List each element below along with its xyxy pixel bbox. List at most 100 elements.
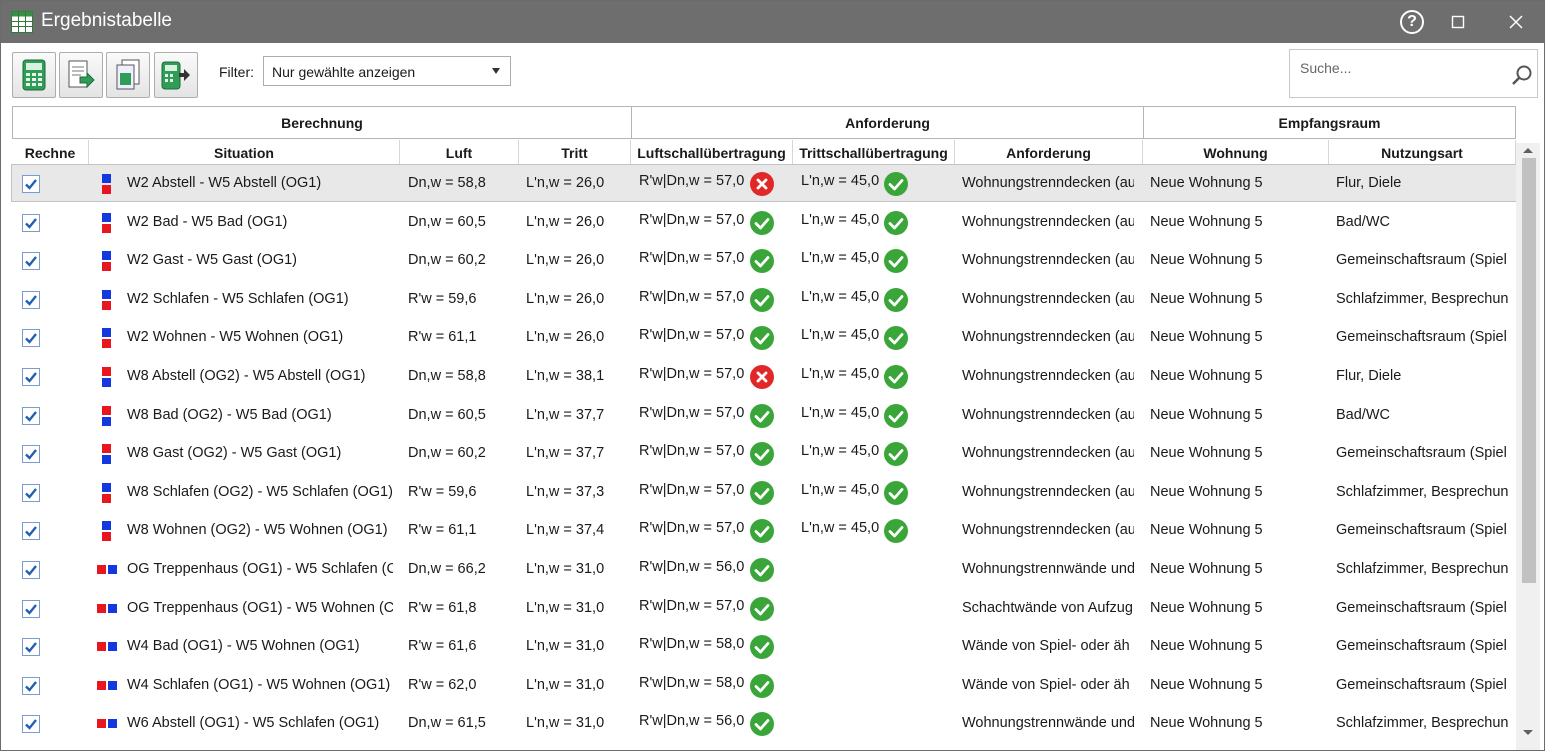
- check-icon: [25, 719, 37, 731]
- col-rechne[interactable]: Rechne: [12, 140, 89, 166]
- rechne-checkbox[interactable]: [22, 368, 40, 386]
- luftschall-value: R'w|Dn,w = 57,0: [639, 481, 745, 498]
- close-button[interactable]: [1493, 1, 1539, 43]
- search-icon[interactable]: [1511, 64, 1533, 86]
- anforderung-cell: Wohnungstrenndecken (au: [962, 175, 1134, 191]
- scroll-up-icon[interactable]: [1516, 143, 1540, 157]
- scroll-down-icon[interactable]: [1516, 726, 1540, 740]
- wohnung-cell: Neue Wohnung 5: [1150, 213, 1263, 230]
- tritt-cell: L'n,w = 26,0: [526, 252, 605, 269]
- situation-cell: W2 Bad - W5 Bad (OG1): [127, 213, 288, 230]
- anforderung-cell: Wohnungstrenndecken (au: [962, 290, 1134, 307]
- pass-icon: [750, 558, 774, 582]
- check-icon: [25, 217, 37, 229]
- nutzungsart-cell: Schlafzimmer, Besprechun: [1336, 483, 1509, 500]
- help-button[interactable]: ?: [1389, 1, 1435, 43]
- scrollbar-thumb[interactable]: [1522, 158, 1536, 583]
- rechne-checkbox[interactable]: [22, 522, 40, 541]
- nutzungsart-cell: Schlafzimmer, Besprechun: [1336, 290, 1509, 307]
- calculator-icon: [22, 59, 46, 91]
- rechne-checkbox[interactable]: [22, 599, 40, 618]
- luft-cell: R'w = 59,6: [408, 483, 477, 500]
- col-wohnung[interactable]: Wohnung: [1143, 140, 1329, 166]
- anforderung-cell: Wohnungstrenndecken (au: [962, 329, 1134, 346]
- pass-icon: [884, 287, 908, 312]
- situation-type-icon: [96, 327, 120, 349]
- rechne-checkbox[interactable]: [22, 676, 40, 695]
- situation-type-icon: [96, 713, 120, 735]
- wohnung-cell: Neue Wohnung 5: [1150, 522, 1263, 539]
- tritt-cell: L'n,w = 37,7: [526, 406, 605, 423]
- anforderung-cell: Wohnungstrennwände und: [962, 715, 1134, 732]
- col-luftschall[interactable]: Luftschallübertragung: [631, 140, 793, 166]
- rechne-checkbox[interactable]: [22, 213, 40, 232]
- tritt-cell: L'n,w = 37,4: [526, 522, 605, 539]
- luft-cell: Dn,w = 60,5: [408, 213, 486, 230]
- nutzungsart-cell: Schlafzimmer, Besprechun: [1336, 561, 1509, 577]
- pass-icon: [884, 519, 908, 544]
- group-anforderung: Anforderung: [631, 106, 1144, 139]
- luftschall-value: R'w|Dn,w = 57,0: [639, 211, 745, 228]
- luft-cell: R'w = 59,6: [408, 290, 477, 307]
- filter-dropdown[interactable]: Nur gewählte anzeigen: [263, 56, 511, 86]
- col-nutzungsart[interactable]: Nutzungsart: [1329, 140, 1516, 166]
- nutzungsart-cell: Gemeinschaftsraum (Spiel: [1336, 638, 1507, 655]
- rechne-checkbox[interactable]: [22, 329, 40, 348]
- nutzungsart-cell: Bad/WC: [1336, 406, 1390, 423]
- check-icon: [25, 449, 37, 460]
- luftschall-value: R'w|Dn,w = 57,0: [639, 288, 745, 305]
- pass-icon: [750, 596, 774, 621]
- situation-cell: W8 Schlafen (OG2) - W5 Schlafen (OG1): [127, 483, 393, 500]
- tritt-cell: L'n,w = 38,1: [526, 368, 605, 384]
- tritt-cell: L'n,w = 31,0: [526, 676, 605, 693]
- rechne-checkbox[interactable]: [22, 561, 40, 579]
- maximize-button[interactable]: [1435, 1, 1481, 43]
- col-trittschall[interactable]: Trittschallübertragung: [793, 140, 955, 166]
- rechne-checkbox[interactable]: [22, 483, 40, 502]
- calculate-export-button[interactable]: [154, 52, 198, 98]
- rechne-checkbox[interactable]: [22, 290, 40, 309]
- rechne-checkbox[interactable]: [22, 406, 40, 425]
- situation-cell: W4 Bad (OG1) - W5 Wohnen (OG1): [127, 638, 360, 655]
- rechne-checkbox[interactable]: [22, 715, 40, 734]
- tritt-cell: L'n,w = 31,0: [526, 599, 605, 616]
- col-luft[interactable]: Luft: [400, 140, 519, 166]
- col-situation[interactable]: Situation: [89, 140, 400, 166]
- col-anforderung[interactable]: Anforderung: [955, 140, 1143, 166]
- copy-report-button[interactable]: [106, 52, 150, 98]
- export-button[interactable]: [59, 52, 103, 98]
- tritt-cell: L'n,w = 31,0: [526, 715, 605, 732]
- situation-cell: W4 Schlafen (OG1) - W5 Wohnen (OG1): [127, 676, 391, 693]
- situation-cell: W8 Bad (OG2) - W5 Bad (OG1): [127, 406, 332, 423]
- wohnung-cell: Neue Wohnung 5: [1150, 561, 1263, 577]
- situation-cell: W2 Gast - W5 Gast (OG1): [127, 252, 297, 269]
- luft-cell: R'w = 61,8: [408, 599, 477, 616]
- trittschall-value: L'n,w = 45,0: [801, 250, 880, 267]
- wohnung-cell: Neue Wohnung 5: [1150, 252, 1263, 269]
- check-icon: [25, 488, 37, 499]
- situation-type-icon: [96, 289, 120, 311]
- luft-cell: R'w = 61,1: [408, 329, 477, 346]
- search-placeholder: Suche...: [1300, 60, 1352, 76]
- calculate-button[interactable]: [12, 52, 56, 98]
- situation-cell: W8 Gast (OG2) - W5 Gast (OG1): [127, 445, 342, 462]
- pass-icon: [750, 519, 774, 544]
- trittschall-value: L'n,w = 45,0: [801, 173, 880, 189]
- anforderung-cell: Wohnungstrenndecken (au: [962, 445, 1134, 462]
- vertical-scrollbar[interactable]: [1516, 143, 1540, 750]
- tritt-cell: L'n,w = 26,0: [526, 290, 605, 307]
- trittschall-value: L'n,w = 45,0: [801, 327, 880, 344]
- rechne-checkbox[interactable]: [22, 175, 40, 193]
- nutzungsart-cell: Gemeinschaftsraum (Spiel: [1336, 445, 1507, 462]
- nutzungsart-cell: Gemeinschaftsraum (Spiel: [1336, 329, 1507, 346]
- luftschall-value: R'w|Dn,w = 57,0: [639, 173, 745, 189]
- pass-icon: [750, 635, 774, 660]
- tritt-cell: L'n,w = 26,0: [526, 175, 605, 191]
- search-input[interactable]: Suche...: [1289, 49, 1538, 98]
- nutzungsart-cell: Gemeinschaftsraum (Spiel: [1336, 522, 1507, 539]
- col-tritt[interactable]: Tritt: [519, 140, 631, 166]
- rechne-checkbox[interactable]: [22, 638, 40, 657]
- rechne-checkbox[interactable]: [22, 252, 40, 271]
- check-icon: [25, 372, 37, 383]
- rechne-checkbox[interactable]: [22, 445, 40, 464]
